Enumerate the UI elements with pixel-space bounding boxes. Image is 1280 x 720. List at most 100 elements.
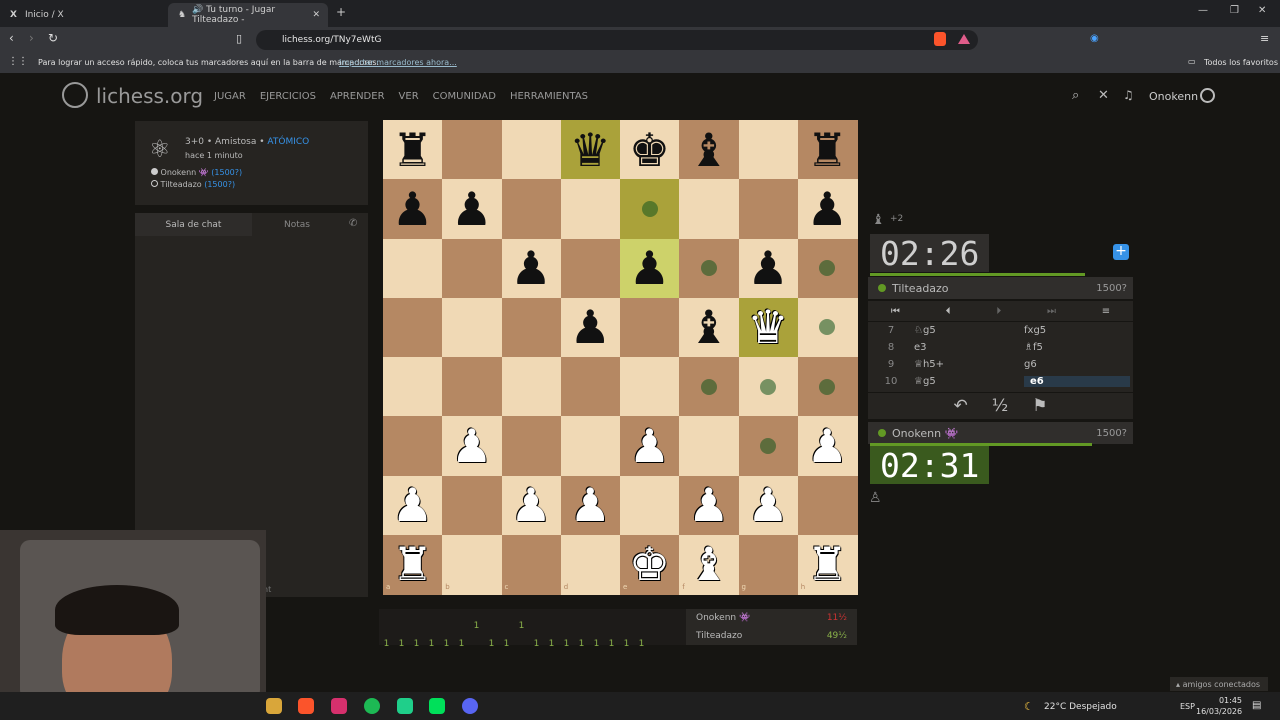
square-c7[interactable]: [501, 179, 562, 240]
nav-herramientas[interactable]: HERRAMIENTAS: [510, 91, 588, 102]
square-d7[interactable]: [560, 179, 621, 240]
black-player-line[interactable]: Tilteadazo (1500?): [151, 180, 235, 189]
piece-h3[interactable]: ♟: [798, 416, 857, 475]
nav-aprender[interactable]: APRENDER: [330, 91, 385, 102]
white-player-line[interactable]: Onokenn 👾 (1500?): [151, 168, 242, 177]
phone-icon[interactable]: ✆: [349, 218, 357, 229]
piece-e8[interactable]: ♚: [620, 120, 679, 179]
piece-a8[interactable]: ♜: [383, 120, 442, 179]
move-black[interactable]: g6: [1024, 359, 1037, 370]
square-d1[interactable]: [560, 534, 621, 595]
clock-date[interactable]: 16/03/2026: [1196, 707, 1242, 716]
chess-board[interactable]: a b c d e f g h 8 7 6 5 4 3 2 1 ♜ ♛ ♚ ♝ ♜ ♟ ♟ ♟ ♟ ♟ ♟ ♟ ♝ ♛ ♟ ♟ ♟ ♟ ♟ ♟ ♟ ♟ ♜ ♚…: [383, 120, 858, 595]
move-dest-dot[interactable]: [700, 378, 717, 395]
square-b4[interactable]: [442, 357, 503, 417]
notification-icon[interactable]: ▤: [1252, 700, 1261, 711]
tab-inicio-x[interactable]: X Inicio / X: [0, 3, 165, 27]
piece-g2[interactable]: ♟: [739, 476, 798, 535]
nav-jugar[interactable]: JUGAR: [214, 91, 246, 102]
resign-flag-icon[interactable]: ⚑: [1032, 396, 1047, 416]
brave-rewards-icon[interactable]: [958, 34, 970, 44]
import-bookmarks-link[interactable]: Importar marcadores ahora...: [339, 58, 457, 67]
move-dest-dot[interactable]: [641, 200, 658, 217]
square-c5[interactable]: [501, 297, 562, 358]
square-g1[interactable]: [738, 534, 799, 595]
piece-b3[interactable]: ♟: [442, 416, 501, 475]
piece-a7[interactable]: ♟: [383, 179, 442, 238]
move-dest-dot[interactable]: [819, 378, 836, 395]
square-a5[interactable]: [383, 297, 443, 358]
piece-g5[interactable]: ♛: [739, 298, 798, 357]
square-e2[interactable]: [620, 475, 680, 536]
piece-h1[interactable]: ♜: [798, 535, 857, 594]
square-b6[interactable]: [442, 238, 503, 299]
weather[interactable]: 22°C Despejado: [1044, 702, 1117, 712]
bookmark-icon[interactable]: ▯: [236, 32, 242, 45]
move-black[interactable]: fxg5: [1024, 325, 1046, 336]
black-player-bar[interactable]: Tilteadazo 1500?: [868, 277, 1133, 299]
piece-c6[interactable]: ♟: [502, 239, 561, 298]
crosstable-player-1[interactable]: Onokenn 👾 11½: [686, 609, 857, 627]
close-tab-icon[interactable]: ✕: [312, 10, 320, 20]
clock-time[interactable]: 01:45: [1202, 696, 1242, 705]
challenge-icon[interactable]: ✕: [1098, 88, 1109, 103]
square-a4[interactable]: [383, 357, 443, 417]
move-white[interactable]: e3: [914, 342, 1024, 353]
move-black-current[interactable]: e6: [1024, 376, 1130, 387]
square-e4[interactable]: [620, 357, 680, 417]
friends-online[interactable]: ▴ amigos conectados: [1170, 677, 1268, 691]
takeback-icon[interactable]: ↶: [954, 396, 968, 416]
piece-c2[interactable]: ♟: [502, 476, 561, 535]
square-c1[interactable]: [501, 534, 562, 595]
move-dest-dot[interactable]: [760, 437, 777, 454]
square-a6[interactable]: [383, 238, 443, 299]
brave-icon[interactable]: [298, 698, 314, 714]
instagram-icon[interactable]: [331, 698, 347, 714]
piece-f2[interactable]: ♟: [679, 476, 738, 535]
nav-comunidad[interactable]: COMUNIDAD: [433, 91, 496, 102]
file-explorer-icon[interactable]: [266, 698, 282, 714]
piece-f1[interactable]: ♝: [679, 535, 738, 594]
all-favorites[interactable]: Todos los favoritos: [1204, 58, 1278, 67]
square-b8[interactable]: [442, 120, 503, 180]
square-f3[interactable]: [679, 416, 740, 477]
square-e5[interactable]: [620, 297, 680, 358]
piece-h7[interactable]: ♟: [798, 179, 857, 238]
menu-icon[interactable]: ≡: [1260, 32, 1269, 45]
first-move-icon[interactable]: ⏮: [891, 306, 900, 317]
piece-d8[interactable]: ♛: [561, 120, 620, 179]
square-g8[interactable]: [738, 120, 799, 180]
move-white[interactable]: ♕g5: [914, 376, 1024, 387]
tab-notes[interactable]: Notas: [252, 213, 342, 236]
restore-button[interactable]: ❐: [1230, 5, 1239, 16]
nav-ejercicios[interactable]: EJERCICIOS: [260, 91, 316, 102]
url-field[interactable]: lichess.org/TNy7eWtG: [256, 30, 978, 50]
piece-d5[interactable]: ♟: [561, 298, 620, 357]
move-dest-dot[interactable]: [700, 260, 717, 277]
piece-e6[interactable]: ♟: [620, 239, 679, 298]
user-avatar-icon[interactable]: [1200, 88, 1215, 103]
square-c4[interactable]: [501, 357, 562, 417]
new-tab-button[interactable]: +: [336, 5, 346, 19]
close-window-button[interactable]: ✕: [1258, 5, 1266, 16]
extension-icon[interactable]: ◉: [1090, 33, 1099, 44]
square-g7[interactable]: [738, 179, 799, 240]
square-f7[interactable]: [679, 179, 740, 240]
move-dest-dot[interactable]: [760, 378, 777, 395]
square-c8[interactable]: [501, 120, 562, 180]
square-d3[interactable]: [560, 416, 621, 477]
app-icon[interactable]: [397, 698, 413, 714]
search-icon[interactable]: ⌕: [1072, 88, 1079, 103]
apps-icon[interactable]: ⋮⋮: [8, 56, 28, 67]
piece-h8[interactable]: ♜: [798, 120, 857, 179]
piece-e3[interactable]: ♟: [620, 416, 679, 475]
add-time-button[interactable]: +: [1113, 244, 1129, 260]
bell-icon[interactable]: ♫: [1123, 88, 1134, 102]
last-move-icon[interactable]: ⏭: [1047, 306, 1056, 317]
prev-move-icon[interactable]: ⏴: [946, 306, 951, 317]
square-b5[interactable]: [442, 297, 503, 358]
reload-icon[interactable]: ↻: [48, 31, 58, 45]
piece-f5[interactable]: ♝: [679, 298, 738, 357]
piece-a2[interactable]: ♟: [383, 476, 442, 535]
brave-shield-icon[interactable]: [934, 32, 946, 46]
